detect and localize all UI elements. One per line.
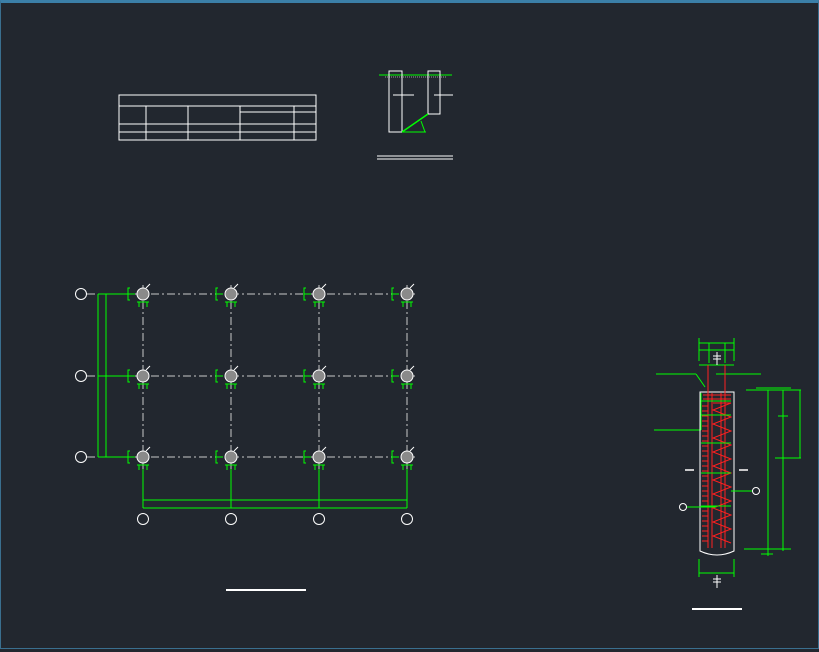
pile-cap-r3c4: [391, 446, 415, 470]
pile-cap-r2c2: [215, 365, 239, 389]
axis-bubble-col-1: [137, 513, 149, 525]
pile-layout-plan: [75, 283, 417, 591]
pile-cap-r1c1: [127, 283, 151, 307]
pile-cap-r2c3: [303, 365, 327, 389]
pile-cap-r3c3: [303, 446, 327, 470]
axis-bubble-row-3: [75, 451, 87, 463]
foundation-section-detail: [377, 70, 453, 160]
axis-bubble-row-1: [75, 288, 87, 300]
pile-cap-r1c2: [215, 283, 239, 307]
cad-drawing-canvas[interactable]: [0, 0, 819, 649]
plan-bottom-dimension: [143, 499, 407, 509]
pile-cap-r1c4: [391, 283, 415, 307]
cad-drawing-svg: [75, 70, 801, 610]
pile-cap-r1c3: [303, 283, 327, 307]
pile-cap-r2c4: [391, 365, 415, 389]
pile-reinforcement-detail: [654, 338, 801, 610]
axis-bubble-row-2: [75, 370, 87, 382]
axis-bubble-col-4: [401, 513, 413, 525]
pile-cap-r3c2: [215, 446, 239, 470]
axis-bubble-col-3: [313, 513, 325, 525]
axis-bubble-col-2: [225, 513, 237, 525]
schedule-table: [118, 94, 317, 141]
pile-cap-r3c1: [127, 446, 151, 470]
pile-cap-r2c1: [127, 365, 151, 389]
